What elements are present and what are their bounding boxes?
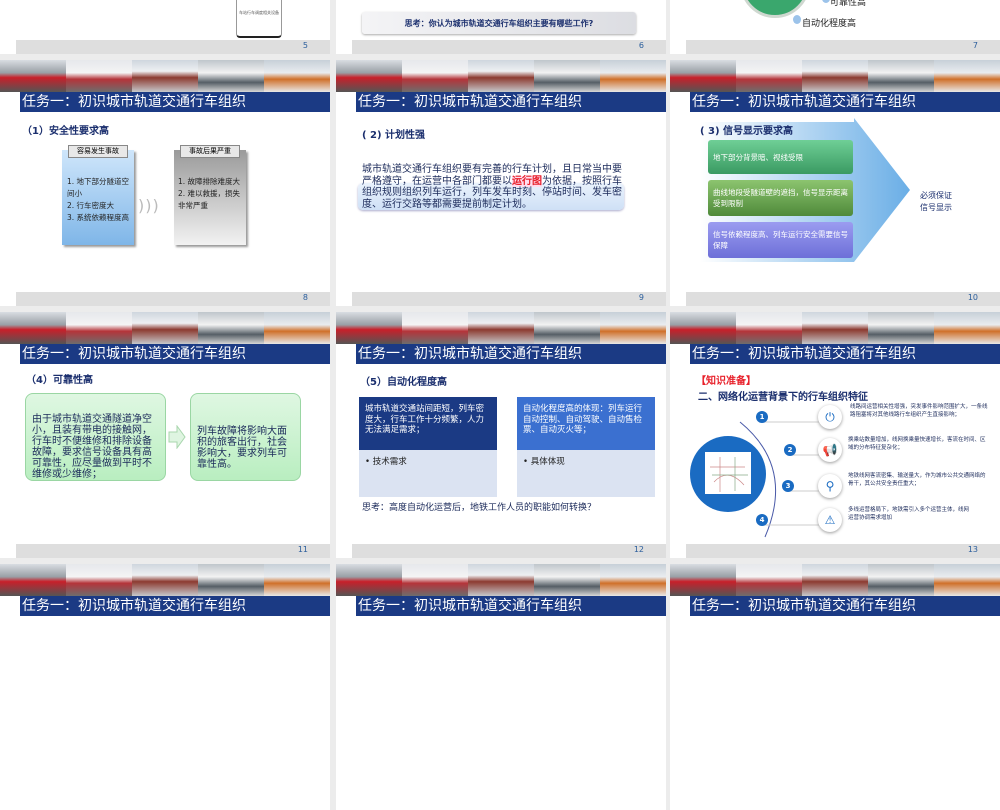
slide-thumbnail-16[interactable]: 任务一：初识城市轨道交通行车组织: [670, 564, 1000, 810]
list-item: 2. 难以救援，损失非常严重: [178, 189, 241, 210]
network-diagram: [690, 421, 820, 538]
arrow-right-icon: [168, 425, 186, 449]
slide-heading: 二、网络化运营背景下的行车组织特征: [698, 392, 868, 403]
slide-thumbnail-8[interactable]: 任务一：初识城市轨道交通行车组织 （1）安全性要求高 容易发生事故 1. 地下部…: [0, 60, 330, 306]
list-item: 2. 行车密度大: [67, 201, 115, 210]
step-number-badge: 1: [756, 411, 768, 423]
train-banner-image: [0, 60, 330, 92]
conclusion-text: 必须保证信号显示: [920, 191, 952, 212]
slide-title: 任务一：初识城市轨道交通行车组织: [20, 92, 330, 112]
page-number: 8: [302, 293, 308, 302]
train-banner-image: [670, 564, 1000, 596]
page-number: 9: [638, 293, 644, 302]
page-number: 6: [638, 41, 644, 50]
signal-box-3: 信号依赖程度高、列车运行安全需要信号保障: [708, 222, 853, 258]
accident-prone-list: 1. 地下部分隧道空间小 2. 行车密度大 3. 系统依赖程度高: [67, 176, 131, 224]
connector-arcs: ))): [138, 196, 160, 215]
tech-demand-bullet: • 技术需求: [359, 450, 497, 497]
bullet-dot: [793, 15, 801, 24]
slide-5-caption: 车站行车调度相关设备: [239, 10, 279, 15]
train-banner-image: [336, 564, 666, 596]
bullet-text: 技术需求: [372, 457, 407, 467]
highlight-term: 运行图: [512, 175, 542, 187]
slide-footer: 11: [16, 544, 330, 558]
slide-footer: 5: [16, 40, 330, 54]
slide-thumbnail-10[interactable]: 任务一：初识城市轨道交通行车组织 ( 3) 信号显示要求高 地下部分背景暗、视线…: [670, 60, 1000, 306]
signal-box-2: 曲线地段受隧道壁的遮挡，信号显示距离受到限制: [708, 180, 853, 216]
slide-thumbnail-15[interactable]: 任务一：初识城市轨道交通行车组织: [336, 564, 666, 810]
slide-7-item-1: 可靠性高: [830, 0, 867, 8]
embodiment-card: 自动化程度高的体现：列车运行自动控制、自动驾驶、自动售检票、自动灭火等；: [517, 397, 655, 450]
bullet-text: 具体体现: [530, 457, 565, 467]
slide-heading: ( 2) 计划性强: [362, 130, 426, 141]
slide-paragraph: 城市轨道交通行车组织要有完善的行车计划，且日常当中要严格遵守，在运营中各部门都要…: [362, 164, 624, 210]
slide-thumbnail-9[interactable]: 任务一：初识城市轨道交通行车组织 ( 2) 计划性强 城市轨道交通行车组织要有完…: [336, 60, 666, 306]
slide-title: 任务一：初识城市轨道交通行车组织: [356, 596, 666, 616]
feature-text: 换乘站数量增加，线网换乘量快速增长，客流在时间、区域的分布特征复杂化；: [848, 437, 986, 451]
knowledge-tag: 【知识准备】: [696, 376, 756, 387]
network-icon: ⚲: [818, 474, 842, 498]
slide-title: 任务一：初识城市轨道交通行车组织: [20, 344, 330, 364]
list-item: 1. 故障排除难度大: [178, 177, 241, 186]
page-number: 7: [972, 41, 978, 50]
train-banner-image: [336, 60, 666, 92]
slide-footer: 9: [352, 292, 666, 306]
reflection-question: 思考：高度自动化运营后，地铁工作人员的职能如何转换？: [362, 503, 597, 513]
feature-text: 线路间运营相关性增强，突发事件影响范围扩大，一条线路阻塞将对其他线路行车组织产生…: [850, 404, 988, 418]
slide-footer: 8: [16, 292, 330, 306]
page-number: 5: [302, 41, 308, 50]
slide-footer: 10: [686, 292, 1000, 306]
step-number-badge: 2: [784, 444, 796, 456]
train-banner-image: [0, 564, 330, 596]
slide-thumbnail-13[interactable]: 任务一：初识城市轨道交通行车组织 【知识准备】 二、网络化运营背景下的行车组织特…: [670, 312, 1000, 558]
severe-consequence-list: 1. 故障排除难度大 2. 难以救援，损失非常严重: [178, 176, 242, 212]
reliability-box-2: 列车故障将影响大面积的旅客出行，社会影响大，要求列车可靠性高。: [190, 393, 301, 481]
list-item: 1. 地下部分隧道空间小: [67, 177, 130, 198]
slide-heading: ( 3) 信号显示要求高: [700, 126, 794, 137]
slide-title: 任务一：初识城市轨道交通行车组织: [20, 596, 330, 616]
slide-footer: 12: [352, 544, 666, 558]
slide-thumbnail-5[interactable]: 车站行车调度相关设备 5: [0, 0, 330, 54]
feature-text: 地铁线网客流密集、输送量大，作为城市公共交通网络的骨干，其公共安全责任重大；: [848, 473, 986, 487]
train-banner-image: [336, 312, 666, 344]
power-icon: ⏻: [818, 405, 842, 429]
slide-title: 任务一：初识城市轨道交通行车组织: [690, 344, 1000, 364]
slide-title: 任务一：初识城市轨道交通行车组织: [356, 344, 666, 364]
page-number: 11: [297, 545, 308, 554]
slide-5-diagram-box: [236, 0, 282, 38]
slide-thumbnail-14[interactable]: 任务一：初识城市轨道交通行车组织: [0, 564, 330, 810]
slide-heading: （1）安全性要求高: [22, 126, 109, 137]
slide-footer: 6: [352, 40, 666, 54]
slide-heading: （4）可靠性高: [26, 375, 93, 386]
list-item: 3. 系统依赖程度高: [67, 213, 130, 222]
bullet-dot: [822, 0, 830, 3]
page-number: 13: [967, 545, 978, 554]
step-number-badge: 4: [756, 514, 768, 526]
accident-prone-header: 容易发生事故: [68, 145, 128, 158]
slide-7-item-2: 自动化程度高: [802, 19, 857, 29]
slide-heading: （5）自动化程度高: [360, 377, 447, 388]
megaphone-icon: 📢: [818, 438, 842, 462]
signal-box-1: 地下部分背景暗、视线受限: [708, 140, 853, 174]
page-number: 10: [967, 293, 978, 302]
slide-thumbnail-7[interactable]: 可靠性高 自动化程度高 7: [670, 0, 1000, 54]
tech-demand-card: 城市轨道交通站间距短，列车密度大，行车工作十分频繁，人力无法满足需求；: [359, 397, 497, 450]
feature-text: 多线运营格局下，地铁需引入多个运营主体，线网运营协调需求增加: [848, 507, 970, 521]
severe-consequence-header: 事故后果严重: [180, 145, 240, 158]
slide-title: 任务一：初识城市轨道交通行车组织: [356, 92, 666, 112]
embodiment-bullet: • 具体体现: [517, 450, 655, 497]
slide-footer: 13: [686, 544, 1000, 558]
slide-thumbnail-12[interactable]: 任务一：初识城市轨道交通行车组织 （5）自动化程度高 城市轨道交通站间距短，列车…: [336, 312, 666, 558]
slide-title: 任务一：初识城市轨道交通行车组织: [690, 596, 1000, 616]
train-banner-image: [0, 312, 330, 344]
step-number-badge: 3: [782, 480, 794, 492]
train-banner-image: [670, 312, 1000, 344]
slide-6-question: 思考：你认为城市轨道交通行车组织主要有哪些工作?: [404, 19, 594, 28]
warning-icon: ⚠: [818, 508, 842, 532]
reliability-box-1: 由于城市轨道交通隧道净空小，且装有带电的接触网，行车时不便维修和排除设备故障，要…: [25, 393, 166, 481]
slide-thumbnail-11[interactable]: 任务一：初识城市轨道交通行车组织 （4）可靠性高 由于城市轨道交通隧道净空小，且…: [0, 312, 330, 558]
slide-thumbnail-6[interactable]: 思考：你认为城市轨道交通行车组织主要有哪些工作? 6: [336, 0, 666, 54]
slide-footer: 7: [686, 40, 1000, 54]
page-number: 12: [633, 545, 644, 554]
